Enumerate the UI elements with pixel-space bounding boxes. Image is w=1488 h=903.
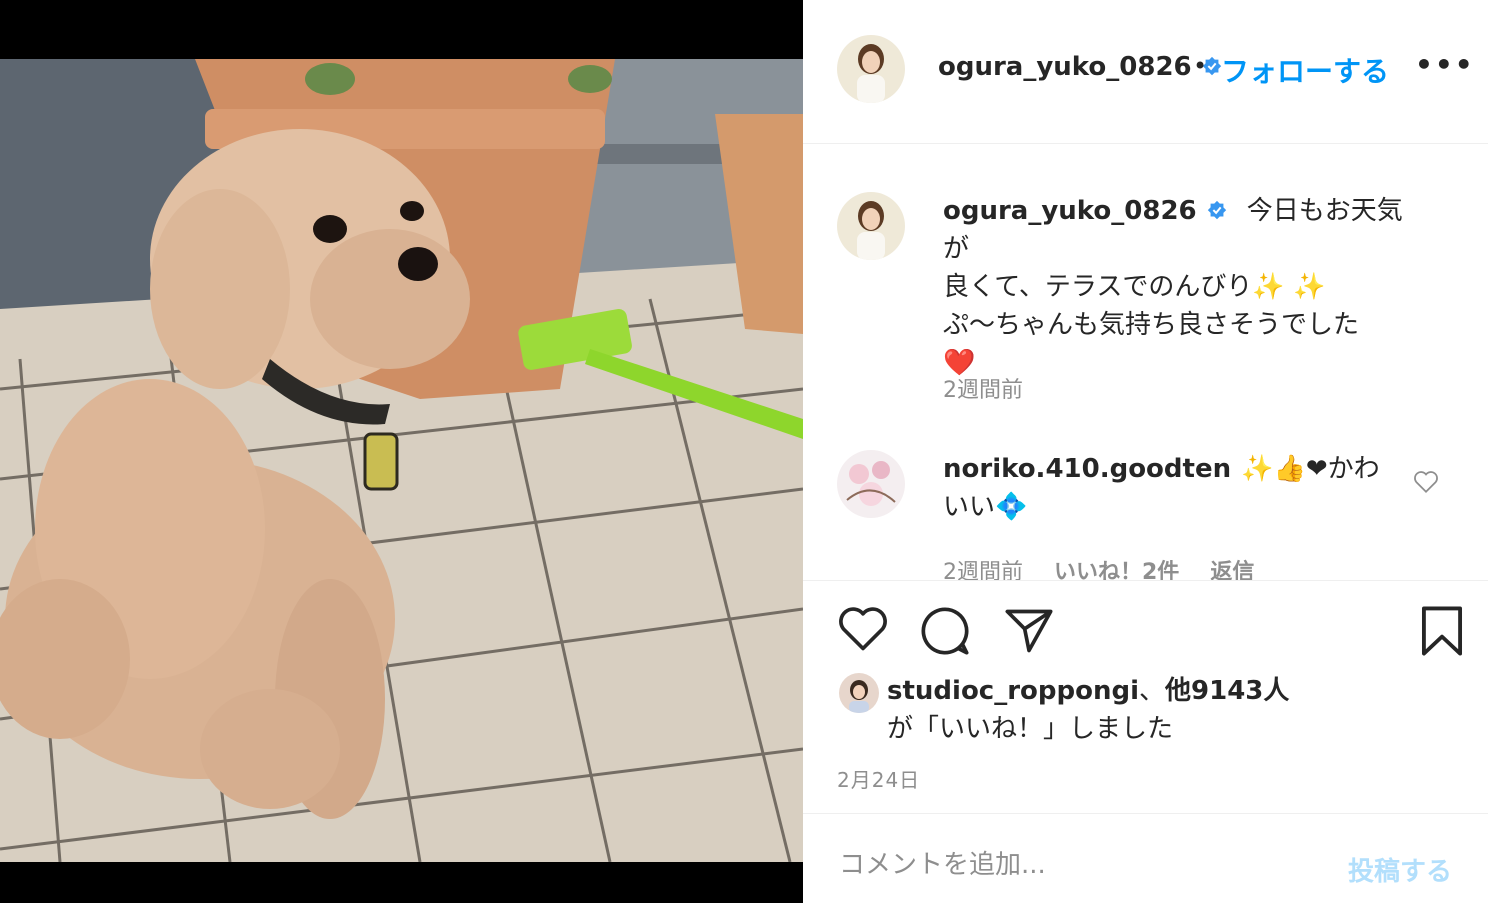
comment-like-heart-icon[interactable]: [1413, 470, 1439, 494]
post-comment-button[interactable]: 投稿する: [1348, 851, 1452, 888]
commenter-avatar[interactable]: [837, 450, 905, 518]
comment-meta: 2週間前 いいね！2件 返信: [943, 554, 1278, 580]
post-date[interactable]: 2月24日: [837, 764, 920, 793]
comment-line-2: いい💠: [943, 492, 1028, 522]
caption-text: ogura_yuko_0826 今日もお天気が 良くて、テラスでのんびり✨ ✨ …: [943, 192, 1423, 382]
liker-avatar[interactable]: [839, 673, 879, 713]
like-heart-icon[interactable]: [837, 605, 889, 653]
comment-bubble-icon[interactable]: [919, 605, 971, 657]
follow-button[interactable]: フォローする: [1221, 50, 1389, 90]
caption-username[interactable]: ogura_yuko_0826: [943, 196, 1237, 226]
verified-badge-icon: [1207, 200, 1226, 220]
caption-author-avatar[interactable]: [837, 192, 905, 260]
post-header: ogura_yuko_0826 • フォローする •••: [803, 0, 1488, 144]
caption-line-2: 良くて、テラスでのんびり✨ ✨: [943, 272, 1326, 302]
comment-line-1: ✨👍❤かわ: [1241, 454, 1380, 484]
author-avatar[interactable]: [837, 35, 905, 103]
caption-time: 2週間前: [943, 378, 1023, 403]
save-bookmark-icon[interactable]: [1419, 605, 1465, 657]
author-username[interactable]: ogura_yuko_0826: [938, 52, 1223, 82]
comment-input[interactable]: [837, 849, 1291, 881]
likes-summary: studioc_roppongi、他9143人 が「いいね！」しました: [887, 676, 1290, 744]
comments-list[interactable]: ogura_yuko_0826 今日もお天気が 良くて、テラスでのんびり✨ ✨ …: [803, 144, 1488, 580]
comment-time: 2週間前: [943, 560, 1023, 580]
caption-line-3: ぷ〜ちゃんも気持ち良さそうでした: [943, 310, 1360, 340]
more-options-icon[interactable]: •••: [1415, 48, 1475, 81]
comment-likes-link[interactable]: いいね！2件: [1054, 560, 1179, 580]
post-photo[interactable]: [0, 0, 803, 903]
share-send-icon[interactable]: [1003, 607, 1055, 655]
header-separator: •: [1193, 52, 1208, 80]
likes-others-link[interactable]: 他9143人: [1165, 676, 1289, 706]
comment-text: noriko.410.goodten ✨👍❤かわ いい💠: [943, 450, 1423, 526]
dog-photo-scene: [0, 59, 803, 862]
add-comment-bar: 投稿する: [803, 813, 1488, 903]
commenter-username[interactable]: noriko.410.goodten: [943, 454, 1231, 484]
dog-illustration: [0, 59, 803, 862]
reply-button[interactable]: 返信: [1210, 560, 1254, 580]
likes-suffix: が「いいね！」しました: [887, 714, 1174, 744]
post-side-panel: ogura_yuko_0826 • フォローする ••• ogura_yuko_…: [803, 0, 1488, 903]
liker-username[interactable]: studioc_roppongi: [887, 676, 1139, 706]
